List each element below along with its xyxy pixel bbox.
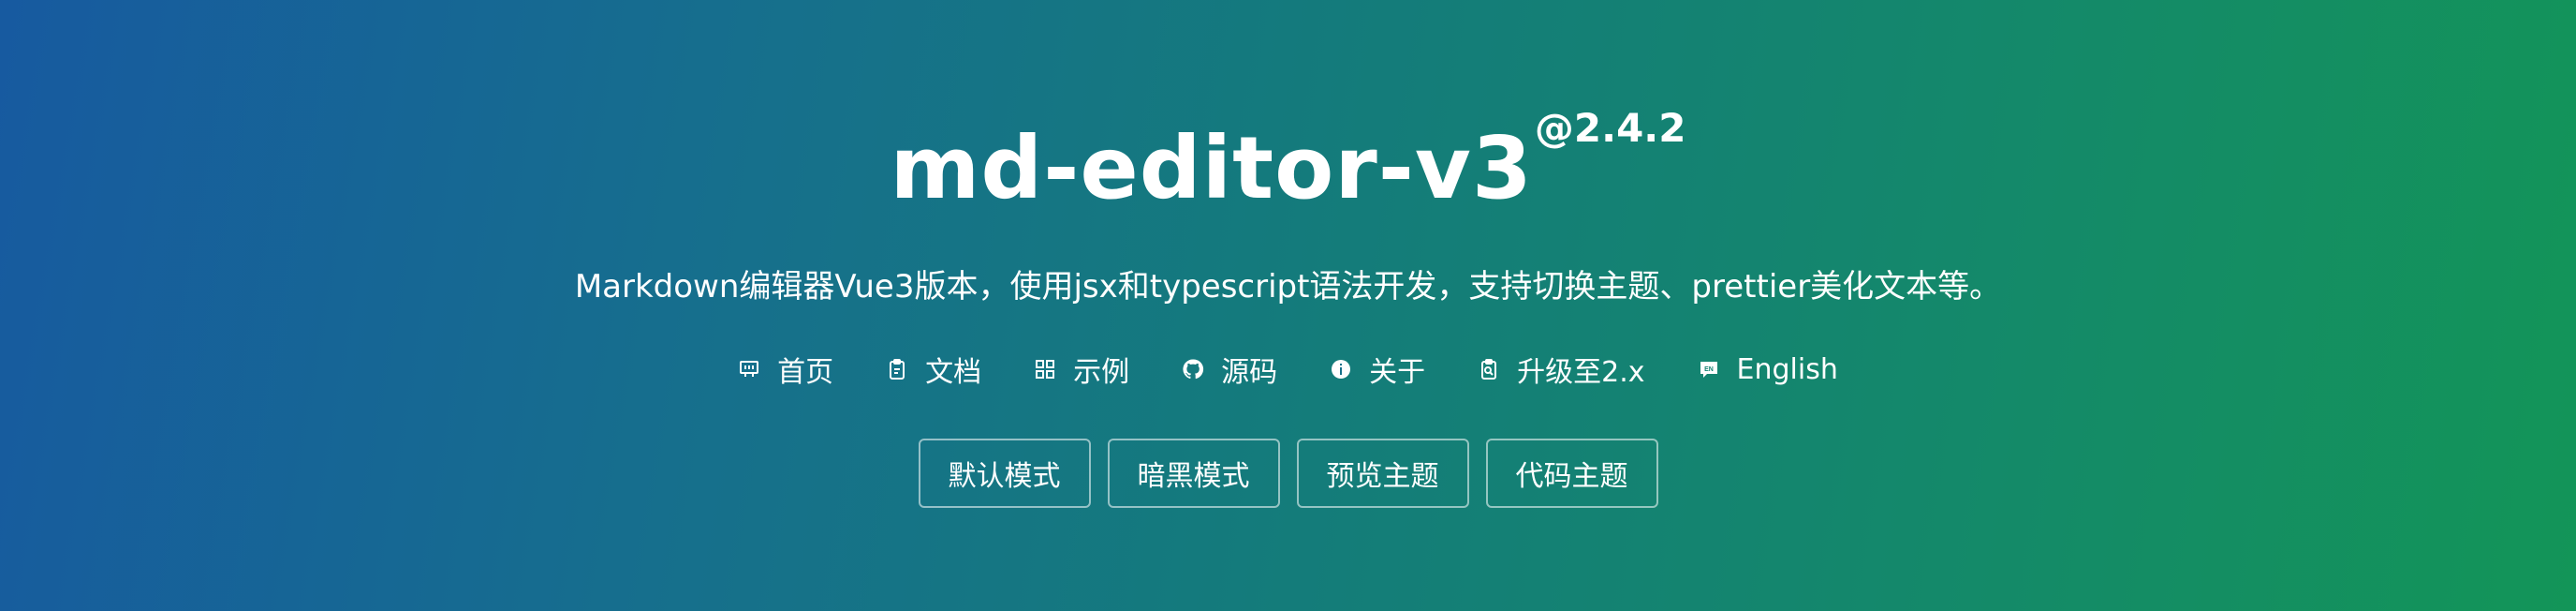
top-nav: 首页 文档 示例 源码 关于 升级至2.x EN English: [0, 349, 2576, 390]
nav-item-home[interactable]: 首页: [738, 349, 833, 390]
language-icon: EN: [1698, 358, 1720, 380]
version-badge: @2.4.2: [1534, 105, 1686, 151]
grid-icon: [1034, 358, 1056, 380]
nav-item-english[interactable]: EN English: [1698, 349, 1838, 390]
nav-item-examples[interactable]: 示例: [1034, 349, 1129, 390]
nav-label: 文档: [925, 356, 982, 389]
nav-label: 关于: [1369, 356, 1426, 389]
clipboard-icon: [886, 358, 908, 380]
info-icon: [1330, 358, 1352, 380]
dark-mode-button[interactable]: 暗黑模式: [1107, 439, 1280, 508]
nav-item-docs[interactable]: 文档: [886, 349, 981, 390]
default-mode-button[interactable]: 默认模式: [918, 439, 1091, 508]
code-theme-button[interactable]: 代码主题: [1485, 439, 1658, 508]
page-description: Markdown编辑器Vue3版本，使用jsx和typescript语法开发，支…: [574, 268, 2002, 306]
page-header: md-editor-v3@2.4.2 Markdown编辑器Vue3版本，使用j…: [0, 0, 2576, 611]
page-title: md-editor-v3: [890, 118, 1533, 218]
nav-item-upgrade[interactable]: 升级至2.x: [1478, 349, 1645, 390]
home-icon: [738, 358, 760, 380]
upgrade-icon: [1478, 358, 1500, 380]
preview-theme-button[interactable]: 预览主题: [1296, 439, 1469, 508]
theme-button-group: 默认模式 暗黑模式 预览主题 代码主题: [0, 439, 2576, 508]
github-icon: [1182, 358, 1204, 380]
nav-label: 源码: [1221, 356, 1278, 389]
nav-label: 示例: [1073, 356, 1130, 389]
nav-item-source[interactable]: 源码: [1182, 349, 1277, 390]
svg-text:EN: EN: [1704, 366, 1714, 373]
nav-label: 升级至2.x: [1517, 356, 1645, 389]
nav-label: 首页: [777, 356, 834, 389]
nav-item-about[interactable]: 关于: [1330, 349, 1425, 390]
nav-label: English: [1736, 352, 1838, 386]
title-block: md-editor-v3@2.4.2: [0, 105, 2576, 218]
